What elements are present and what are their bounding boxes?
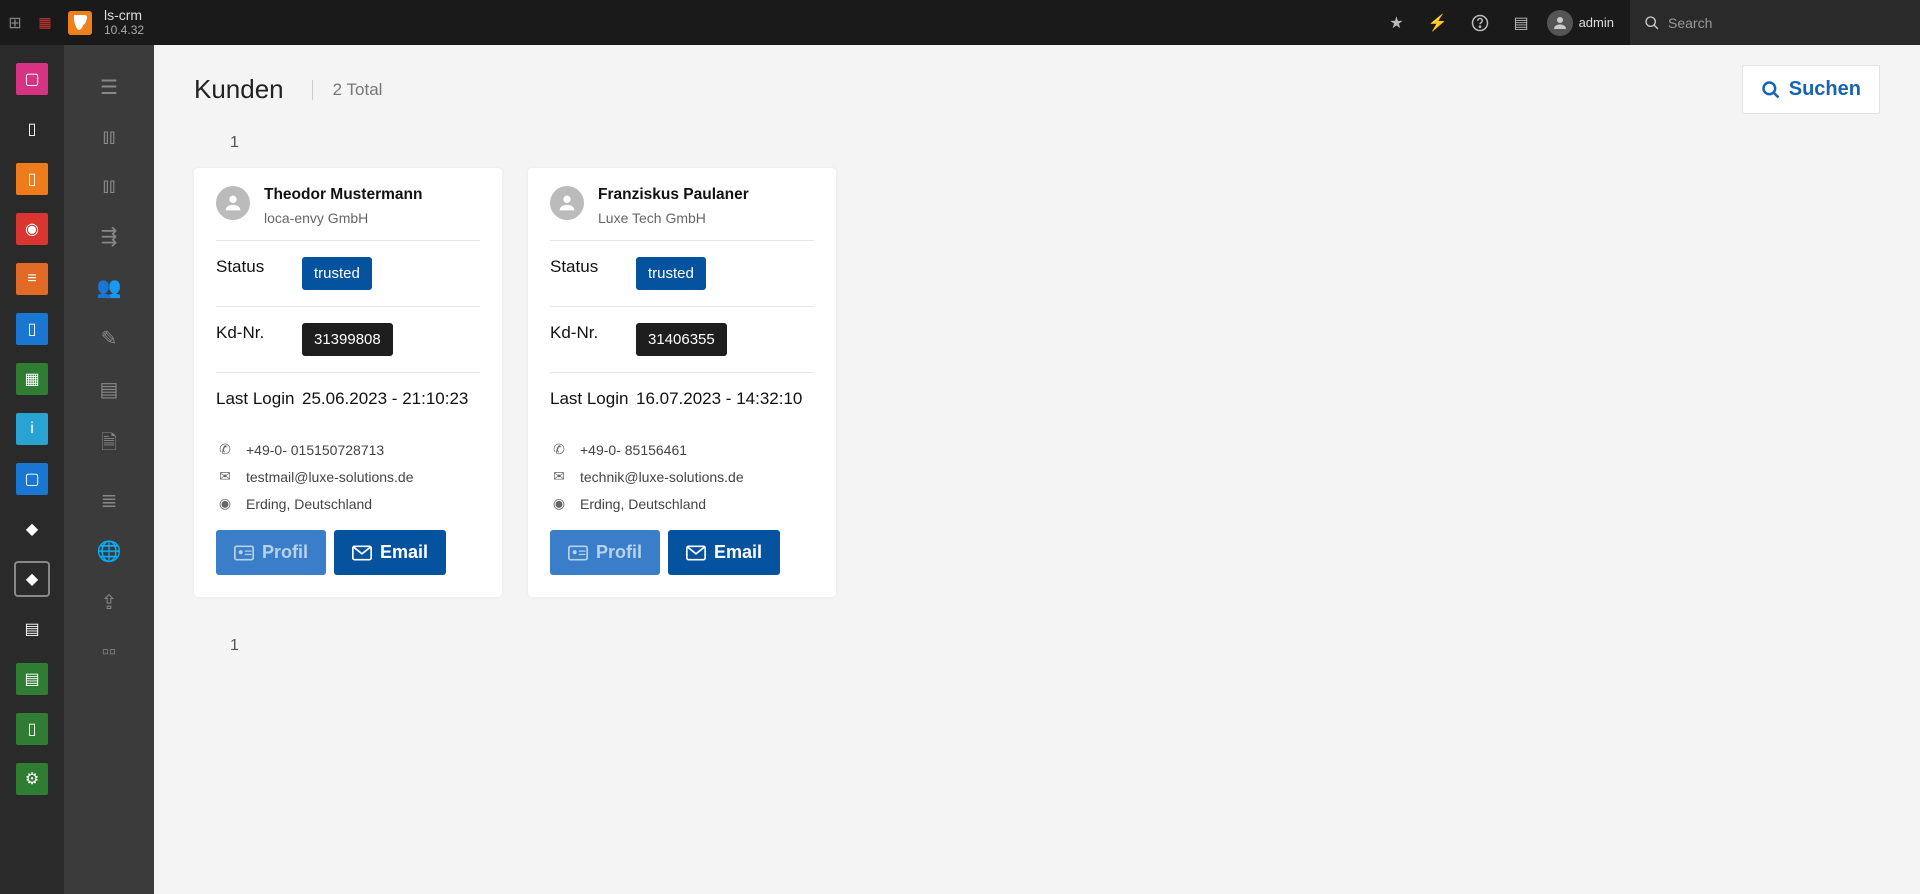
module-web[interactable]: ▢: [16, 63, 48, 95]
help-icon[interactable]: [1459, 14, 1501, 32]
rail-flow-icon[interactable]: ⇶: [101, 224, 118, 249]
profil-button[interactable]: Profil: [216, 530, 326, 575]
module-green2[interactable]: ▯: [16, 713, 48, 745]
pager-top: 1: [230, 134, 1880, 152]
rail-grid-icon[interactable]: ▫▫: [102, 641, 116, 664]
search-icon: [1761, 80, 1781, 100]
module-func[interactable]: ▯: [16, 313, 48, 345]
status-badge: trusted: [302, 257, 372, 290]
cache-clear-icon[interactable]: ▦: [30, 14, 60, 31]
rail-doc-icon[interactable]: 🗎: [101, 428, 117, 462]
module-crm-icon[interactable]: ◆: [16, 563, 48, 595]
bookmark-icon[interactable]: ★: [1377, 13, 1415, 33]
customer-company: loca-envy GmbH: [264, 210, 422, 226]
module-news-icon[interactable]: ▤: [16, 613, 48, 645]
search-button[interactable]: Suchen: [1742, 65, 1880, 114]
customer-phone: ✆+49-0- 85156461: [550, 441, 814, 458]
lastlogin-value: 25.06.2023 - 21:10:23: [302, 389, 480, 409]
customer-avatar-icon: [550, 186, 584, 220]
global-search[interactable]: [1630, 0, 1920, 45]
module-infobox[interactable]: i: [16, 413, 48, 445]
lastlogin-label: Last Login: [216, 389, 302, 409]
rail-clipboard-icon[interactable]: ▤: [100, 377, 119, 402]
page-total: 2 Total: [312, 80, 383, 100]
module-view[interactable]: ◉: [16, 213, 48, 245]
cards-icon[interactable]: ▤: [1501, 13, 1540, 33]
envelope-icon: [352, 545, 372, 561]
status-label: Status: [550, 257, 636, 277]
customer-name: Theodor Mustermann: [264, 186, 422, 204]
app-version: 10.4.32: [104, 23, 144, 37]
status-label: Status: [216, 257, 302, 277]
location-icon: ◉: [216, 495, 234, 512]
module-bar: ▢ ▯ ▯ ◉ ≡ ▯ ▦ i ▢ ◆ ◆ ▤ ▤ ▯ ⚙: [0, 45, 64, 894]
module-settings-icon[interactable]: ⚙: [16, 763, 48, 795]
rail-chart1-icon[interactable]: ⫾⫾: [103, 126, 116, 149]
lastlogin-value: 16.07.2023 - 14:32:10: [636, 389, 814, 409]
mail-icon: ✉: [216, 468, 234, 485]
main-content: Kunden 2 Total Suchen 1 Theodor Musterma…: [154, 45, 1920, 894]
phone-icon: ✆: [216, 441, 234, 458]
kdnr-badge: 31399808: [302, 323, 393, 356]
status-badge: trusted: [636, 257, 706, 290]
customer-phone: ✆+49-0- 015150728713: [216, 441, 480, 458]
id-card-icon: [234, 545, 254, 561]
kdnr-badge: 31406355: [636, 323, 727, 356]
rail-stack-icon[interactable]: ≣: [101, 488, 118, 513]
rail-users-icon[interactable]: 👥: [97, 275, 122, 300]
flash-icon[interactable]: ⚡: [1416, 13, 1460, 33]
customer-avatar-icon: [216, 186, 250, 220]
rail-sign-icon[interactable]: ✎: [101, 326, 118, 351]
module-template[interactable]: ▢: [16, 463, 48, 495]
profil-button[interactable]: Profil: [550, 530, 660, 575]
module-dash[interactable]: ▦: [16, 363, 48, 395]
location-icon: ◉: [550, 495, 568, 512]
envelope-icon: [686, 545, 706, 561]
rail-upload-icon[interactable]: ⇪: [101, 590, 118, 615]
page-title: Kunden: [194, 74, 284, 105]
rail-menu-icon[interactable]: ☰: [100, 75, 118, 100]
user-avatar-icon[interactable]: [1547, 10, 1573, 36]
search-icon: [1644, 15, 1660, 31]
module-list[interactable]: ▯: [16, 163, 48, 195]
kdnr-label: Kd-Nr.: [216, 323, 302, 343]
module-info[interactable]: ≡: [16, 263, 48, 295]
customer-email: ✉technik@luxe-solutions.de: [550, 468, 814, 485]
customer-email: ✉testmail@luxe-solutions.de: [216, 468, 480, 485]
phone-icon: ✆: [550, 441, 568, 458]
module-green1[interactable]: ▤: [16, 663, 48, 695]
topbar: ⊞ ▦ ls-crm 10.4.32 ★ ⚡ ▤ admin: [0, 0, 1920, 45]
customer-location: ◉Erding, Deutschland: [550, 495, 814, 512]
customer-card: Theodor Mustermann loca-envy GmbH Status…: [194, 168, 502, 597]
module-ext-icon[interactable]: ◆: [16, 513, 48, 545]
customer-card: Franziskus Paulaner Luxe Tech GmbH Statu…: [528, 168, 836, 597]
typo3-logo-icon[interactable]: [68, 11, 92, 35]
apps-grid-icon[interactable]: ⊞: [0, 13, 30, 33]
id-card-icon: [568, 545, 588, 561]
customer-company: Luxe Tech GmbH: [598, 210, 749, 226]
current-user[interactable]: admin: [1579, 15, 1614, 30]
submodule-rail: ☰ ⫾⫾ ⫾⫾ ⇶ 👥 ✎ ▤ 🗎 ≣ 🌐 ⇪ ▫▫: [64, 45, 154, 894]
rail-globe-icon[interactable]: 🌐: [97, 539, 122, 564]
pager-bottom: 1: [230, 637, 1880, 655]
search-button-label: Suchen: [1789, 78, 1861, 101]
kdnr-label: Kd-Nr.: [550, 323, 636, 343]
customer-cards: Theodor Mustermann loca-envy GmbH Status…: [194, 168, 1880, 597]
module-page-icon[interactable]: ▯: [16, 113, 48, 145]
global-search-input[interactable]: [1668, 15, 1868, 31]
app-name-block: ls-crm 10.4.32: [104, 8, 144, 37]
lastlogin-label: Last Login: [550, 389, 636, 409]
customer-name: Franziskus Paulaner: [598, 186, 749, 204]
mail-icon: ✉: [550, 468, 568, 485]
rail-chart2-icon[interactable]: ⫾⫾: [103, 175, 116, 198]
email-button[interactable]: Email: [668, 530, 780, 575]
customer-location: ◉Erding, Deutschland: [216, 495, 480, 512]
email-button[interactable]: Email: [334, 530, 446, 575]
app-name: ls-crm: [104, 8, 144, 23]
